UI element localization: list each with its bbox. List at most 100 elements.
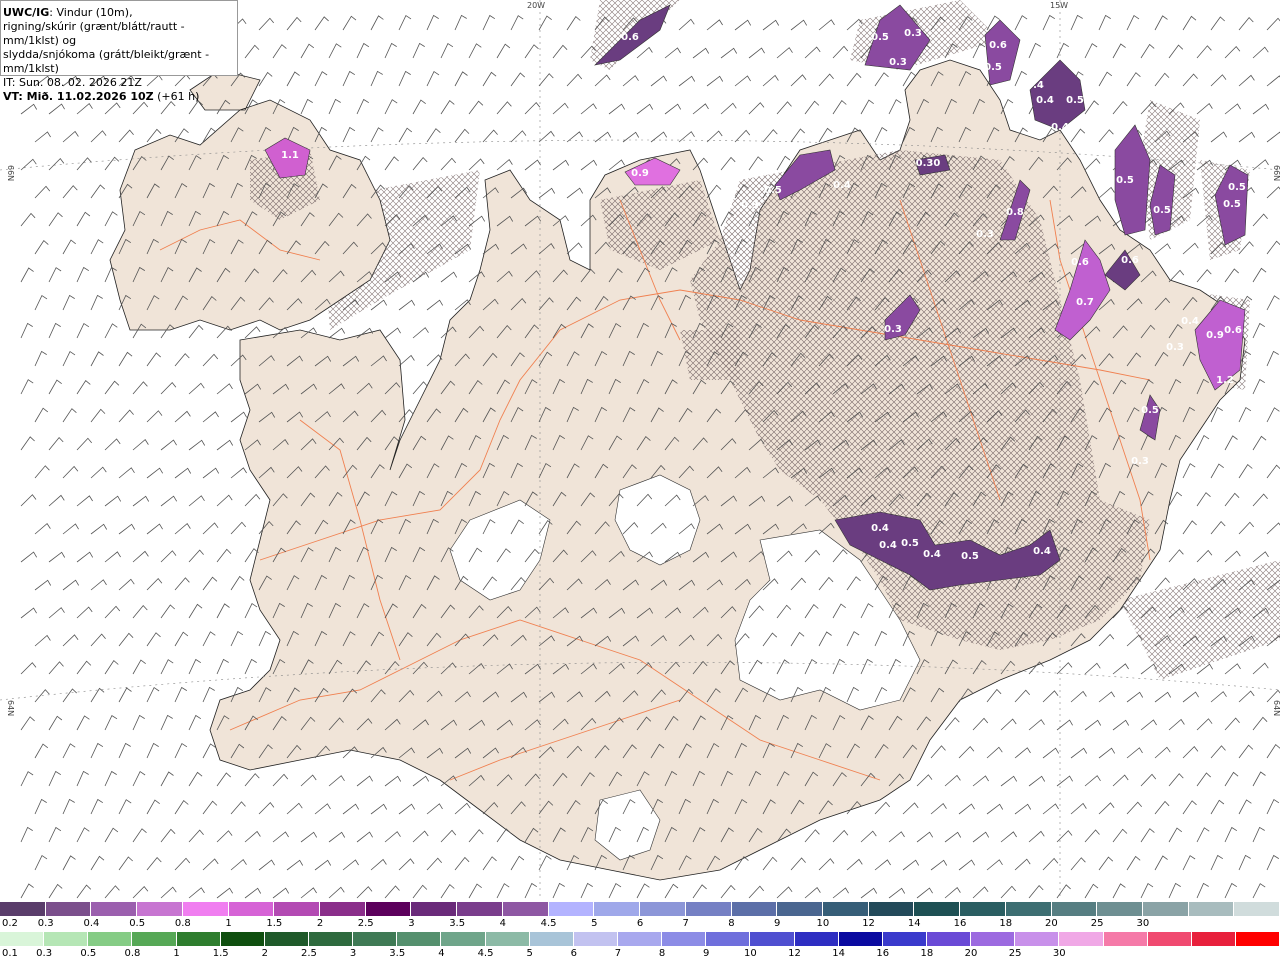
legend-swatch	[0, 902, 46, 916]
legend-swatch	[1059, 932, 1104, 946]
legend-label: 4	[438, 948, 445, 959]
legend-swatch	[868, 902, 915, 916]
legend-swatch	[411, 902, 458, 916]
legend-swatch	[353, 932, 398, 946]
precip-amount-label: 0.5	[871, 32, 889, 43]
precip-amount-label: 0.3	[1131, 456, 1149, 467]
legend-swatch	[137, 902, 183, 916]
legend-label: 0.4	[83, 918, 100, 929]
legend-swatch	[0, 932, 45, 946]
legend-label: 7	[614, 948, 622, 959]
legend-swatch	[685, 902, 732, 916]
legend-label: 3	[349, 948, 357, 959]
legend-swatch	[264, 932, 309, 946]
precip-amount-label: 0.9	[1206, 330, 1224, 341]
legend-label: 4.5	[477, 948, 494, 959]
precip-amount-label: 0.5	[1153, 205, 1171, 216]
product-name: UWC/IG	[3, 6, 50, 19]
legend-label: 1	[173, 948, 180, 959]
legend-swatch	[960, 902, 1006, 916]
header-line-1: UWC/IG: Vindur (10m),	[3, 6, 233, 20]
legend-swatch	[176, 932, 221, 946]
weather-map: 20W 15W 66N 66N 64N 64N 0.6 0.5 0.30.30.60…	[0, 0, 1280, 900]
legend-label: 18	[920, 948, 934, 959]
legend-label: 0.1	[2, 948, 18, 959]
snow-color-scale	[0, 902, 1280, 916]
legend-swatch	[529, 932, 574, 946]
legend-swatch	[1234, 902, 1280, 916]
legend-label: 1.5	[212, 948, 229, 959]
legend-label: 10	[816, 918, 830, 929]
legend-swatch	[971, 932, 1016, 946]
legend-swatch	[1097, 902, 1143, 916]
legend-swatch	[320, 902, 366, 916]
legend-swatch	[573, 932, 618, 946]
precip-amount-label: 0.5	[1116, 175, 1134, 186]
precip-amount-label: 0.6	[1224, 325, 1242, 336]
legend-swatch	[397, 932, 442, 946]
label-66n-left: 66N	[6, 165, 15, 181]
precip-amount-label: 1.2	[1216, 375, 1234, 386]
label-20w: 20W	[527, 1, 545, 10]
legend-swatch	[502, 902, 549, 916]
legend-label: 4.5	[540, 918, 557, 929]
legend-label: 6	[636, 918, 644, 929]
legend-swatch	[926, 932, 972, 946]
legend-swatch	[706, 932, 751, 946]
legend-swatch	[441, 932, 486, 946]
legend-swatch	[274, 902, 321, 916]
legend-label: 1.5	[266, 918, 283, 929]
legend-label: 9	[773, 918, 781, 929]
rain-scale-labels: 0.1 0.3 0.5 0.8 1 1.5 2 2.5 3 3.5 4 4.5 5 6 7 8 9 10 12 14 1…	[0, 948, 1280, 960]
legend-swatch	[1005, 902, 1052, 916]
label-15w: 15W	[1050, 1, 1068, 10]
legend-swatch	[91, 902, 138, 916]
legend-label: 18	[999, 918, 1013, 929]
precip-amount-label: 0.3	[884, 324, 902, 335]
color-legend: 0.2 0.3 0.4 0.5 0.8 1 1.5 2 2.5 3 3.5 4 4.5 5 6 7 8 9 10 12…	[0, 902, 1280, 960]
precip-amount-label: 0.5	[1223, 199, 1241, 210]
legend-swatch	[548, 902, 595, 916]
precip-amount-label: 0.5	[901, 538, 919, 549]
valid-time: VT: Mið. 11.02.2026 10Z	[3, 90, 154, 103]
legend-swatch	[794, 932, 839, 946]
legend-label: 14	[832, 948, 845, 959]
legend-label: 3	[408, 918, 415, 929]
header-line-1-rest: : Vindur (10m),	[49, 6, 133, 19]
precip-amount-label: 0.5	[1066, 95, 1084, 106]
precip-amount-label: 0.4	[1036, 95, 1054, 106]
legend-swatch	[882, 932, 927, 946]
legend-swatch	[662, 932, 707, 946]
legend-swatch	[777, 902, 823, 916]
legend-label: 3.5	[449, 918, 466, 929]
legend-label: 2	[316, 918, 324, 929]
precip-amount-label: 0.3	[904, 28, 922, 39]
legend-label: 12	[788, 948, 801, 959]
legend-swatch	[88, 932, 133, 946]
legend-label: 12	[862, 918, 875, 929]
legend-label: 4	[499, 918, 507, 929]
init-time: IT: Sun. 08. 02. 2026 21Z	[3, 76, 142, 89]
legend-label: 10	[743, 948, 757, 959]
precip-amount-label: 0.4	[871, 523, 889, 534]
legend-label: 0.8	[174, 918, 191, 929]
precip-amount-label: 0.4	[1026, 80, 1044, 91]
legend-label: 0.5	[80, 948, 97, 959]
legend-swatch	[44, 932, 89, 946]
legend-swatch	[45, 902, 92, 916]
precip-amount-label: 0.5	[1141, 405, 1159, 416]
label-64n-right: 64N	[1272, 700, 1280, 716]
header-line-2: rigning/skúrir (grænt/blátt/rautt - mm/1…	[3, 20, 185, 47]
legend-label: 16	[953, 918, 967, 929]
legend-label: 0.8	[124, 948, 141, 959]
legend-label: 8	[728, 918, 735, 929]
legend-label: 30	[1052, 948, 1066, 959]
precip-amount-label: 0.5	[764, 185, 782, 196]
legend-swatch	[617, 932, 663, 946]
precip-amount-label: 0.4	[833, 180, 851, 191]
precip-amount-label: 0.4	[923, 549, 941, 560]
legend-swatch	[308, 932, 354, 946]
legend-swatch	[1147, 932, 1192, 946]
legend-label: 25	[1090, 918, 1104, 929]
rain-color-scale	[0, 932, 1280, 946]
